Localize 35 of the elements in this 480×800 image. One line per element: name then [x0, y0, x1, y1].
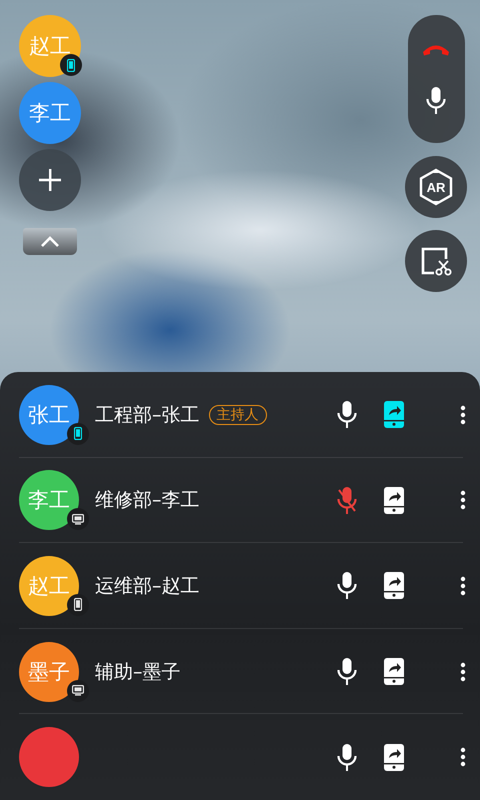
hexagon-frame-icon [418, 168, 454, 206]
screen-share-icon[interactable] [384, 486, 404, 514]
ar-button[interactable]: AR [405, 156, 467, 218]
more-icon[interactable] [460, 490, 466, 510]
microphone-icon[interactable] [336, 658, 358, 686]
microphone-icon[interactable] [336, 401, 358, 428]
avatar-initials: 赵工 [28, 572, 70, 600]
avatar-initials: 张工 [28, 402, 70, 429]
avatar-initials: 墨子 [28, 658, 70, 686]
participant-name: 运维部–赵工 [95, 574, 200, 599]
host-tag: 主持人 [208, 404, 266, 425]
plus-icon [39, 169, 61, 191]
avatar[interactable]: 赵工 [19, 15, 81, 77]
chevron-up-icon [40, 236, 60, 247]
screen-share-icon[interactable] [384, 658, 404, 686]
avatar-initials: 赵工 [29, 33, 71, 60]
more-icon[interactable] [460, 662, 466, 682]
screen-share-icon[interactable] [384, 744, 404, 771]
more-icon[interactable] [460, 404, 466, 425]
collapse-button[interactable] [23, 228, 77, 255]
screen-share-icon[interactable] [384, 572, 404, 600]
crop-scissors-icon [420, 245, 452, 277]
more-icon[interactable] [460, 747, 466, 768]
screen-share-icon[interactable] [384, 401, 404, 428]
participant-name: 辅助–墨子 [95, 660, 180, 685]
microphone-icon[interactable] [336, 744, 358, 771]
more-icon[interactable] [460, 576, 466, 596]
avatar-initials: 李工 [29, 100, 71, 127]
avatar[interactable]: 李工 [19, 82, 81, 144]
microphone-icon[interactable] [425, 86, 447, 114]
microphone-icon[interactable] [336, 572, 358, 600]
microphone-muted-icon[interactable] [336, 486, 358, 514]
avatar-initials: 李工 [28, 487, 70, 514]
participant-name: 维修部–李工 [95, 488, 200, 514]
participant-name: 工程部–张工 [95, 402, 200, 428]
